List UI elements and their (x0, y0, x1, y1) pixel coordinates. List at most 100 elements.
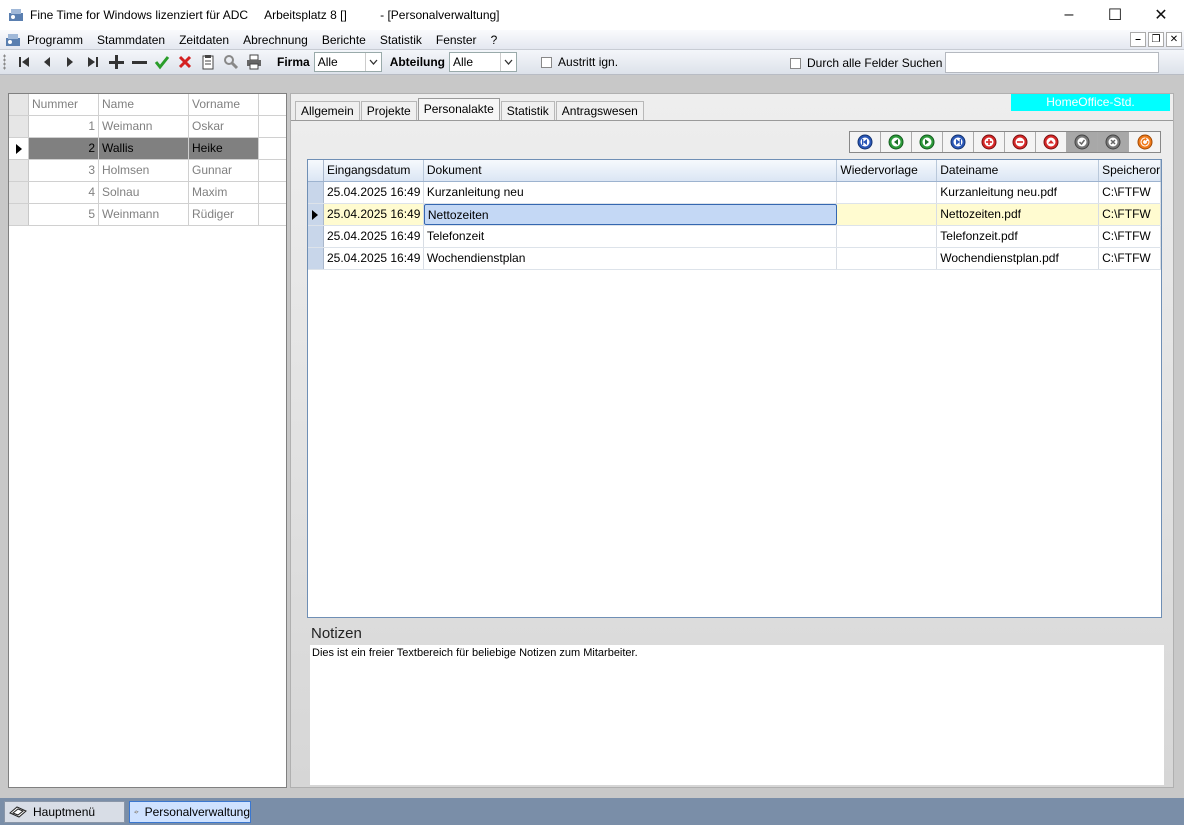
row-indicator[interactable] (9, 182, 29, 203)
menu-fenster[interactable]: Fenster (436, 33, 477, 47)
toolbar-grip[interactable] (3, 54, 6, 70)
austritt-checkbox[interactable] (541, 56, 553, 68)
employee-row-selected[interactable]: 2 Wallis Heike (9, 138, 286, 160)
austritt-checkbox-wrap[interactable]: Austritt ign. (541, 55, 618, 69)
employee-row[interactable]: 3 Holmsen Gunnar (9, 160, 286, 182)
row-indicator[interactable] (9, 160, 29, 181)
maximize-button[interactable]: ☐ (1092, 0, 1138, 30)
tab-antragswesen[interactable]: Antragswesen (555, 101, 644, 120)
document-grid[interactable]: Eingangsdatum Dokument Wiedervorlage Dat… (307, 159, 1162, 618)
employee-row[interactable]: 5 Weinmann Rüdiger (9, 204, 286, 226)
document-name-focused[interactable]: Nettozeiten (423, 204, 838, 225)
menu-zeitdaten[interactable]: Zeitdaten (179, 33, 229, 47)
search-input[interactable] (945, 52, 1159, 73)
employee-row[interactable]: 4 Solnau Maxim (9, 182, 286, 204)
employee-grid[interactable]: Nummer Name Vorname 1 Weimann Oskar 2 Wa… (8, 93, 287, 788)
document-dateiname[interactable]: Nettozeiten.pdf (937, 204, 1100, 225)
nav-post-button[interactable] (1067, 132, 1098, 152)
search-button[interactable] (219, 51, 242, 73)
mdi-window-icon[interactable] (5, 32, 21, 48)
search-all-checkbox[interactable] (790, 57, 801, 69)
document-wiedervorlage[interactable] (837, 226, 938, 247)
cancel-button[interactable] (173, 51, 196, 73)
tab-personalakte[interactable]: Personalakte (417, 98, 500, 120)
row-indicator[interactable] (308, 248, 324, 269)
document-datum[interactable]: 25.04.2025 16:49 (324, 248, 424, 269)
nav-next-button[interactable] (912, 132, 943, 152)
nav-prev-button[interactable] (881, 132, 912, 152)
employee-row[interactable]: 1 Weimann Oskar (9, 116, 286, 138)
column-header-speicherort[interactable]: Speicheror (1099, 160, 1162, 181)
next-record-button[interactable] (58, 51, 81, 73)
menu-help[interactable]: ? (491, 33, 498, 47)
mdi-restore-button[interactable]: ❐ (1148, 32, 1164, 47)
document-datum[interactable]: 25.04.2025 16:49 (324, 226, 424, 247)
nav-refresh-button[interactable] (1129, 132, 1160, 152)
tab-projekte[interactable]: Projekte (360, 101, 417, 120)
search-all-checkbox-wrap[interactable]: Durch alle Felder Suchen (790, 56, 942, 70)
document-dateiname[interactable]: Kurzanleitung neu.pdf (937, 182, 1100, 203)
nav-last-button[interactable] (943, 132, 974, 152)
document-row[interactable]: 25.04.2025 16:49 Kurzanleitung neu Kurza… (308, 182, 1162, 204)
document-row-selected[interactable]: 25.04.2025 16:49 Nettozeiten Nettozeiten… (308, 204, 1162, 226)
close-button[interactable]: ✕ (1138, 0, 1184, 30)
nav-delete-button[interactable] (1005, 132, 1036, 152)
column-header-eingangsdatum[interactable]: Eingangsdatum (324, 160, 424, 181)
add-record-button[interactable] (104, 51, 127, 73)
document-name[interactable]: Kurzanleitung neu (424, 182, 838, 203)
document-dateiname[interactable]: Telefonzeit.pdf (937, 226, 1100, 247)
nav-insert-button[interactable] (974, 132, 1005, 152)
document-wiedervorlage[interactable] (837, 248, 938, 269)
first-record-button[interactable] (12, 51, 35, 73)
column-header-dokument[interactable]: Dokument (424, 160, 838, 181)
document-speicherort[interactable]: C:\FTFW (1099, 204, 1162, 225)
document-speicherort[interactable]: C:\FTFW (1099, 182, 1162, 203)
last-record-button[interactable] (81, 51, 104, 73)
menu-abrechnung[interactable]: Abrechnung (243, 33, 308, 47)
confirm-button[interactable] (150, 51, 173, 73)
tab-allgemein[interactable]: Allgemein (295, 101, 360, 120)
delete-record-button[interactable] (127, 51, 150, 73)
document-row[interactable]: 25.04.2025 16:49 Telefonzeit Telefonzeit… (308, 226, 1162, 248)
minimize-button[interactable]: – (1046, 0, 1092, 30)
row-indicator[interactable] (9, 116, 29, 137)
chevron-down-icon[interactable] (364, 53, 381, 71)
chevron-down-icon[interactable] (500, 53, 516, 71)
print-button[interactable] (242, 51, 265, 73)
notes-textarea[interactable]: Dies ist ein freier Textbereich für beli… (310, 645, 1164, 785)
document-dateiname[interactable]: Wochendienstplan.pdf (937, 248, 1100, 269)
mdi-close-button[interactable]: ✕ (1166, 32, 1182, 47)
nav-cancel-button[interactable] (1098, 132, 1129, 152)
document-wiedervorlage[interactable] (837, 182, 938, 203)
tab-statistik[interactable]: Statistik (500, 101, 555, 120)
document-row[interactable]: 25.04.2025 16:49 Wochendienstplan Wochen… (308, 248, 1162, 270)
document-wiedervorlage[interactable] (837, 204, 938, 225)
mdi-minimize-button[interactable]: – (1130, 32, 1146, 47)
document-name[interactable]: Telefonzeit (424, 226, 838, 247)
document-speicherort[interactable]: C:\FTFW (1099, 248, 1162, 269)
column-header-dateiname[interactable]: Dateiname (937, 160, 1100, 181)
row-indicator[interactable] (308, 182, 324, 203)
row-indicator[interactable] (9, 204, 29, 225)
abteilung-select[interactable]: Alle (449, 52, 518, 72)
menu-programm[interactable]: Programm (27, 33, 83, 47)
menu-statistik[interactable]: Statistik (380, 33, 422, 47)
document-datum[interactable]: 25.04.2025 16:49 (324, 182, 424, 203)
nav-first-button[interactable] (850, 132, 881, 152)
row-indicator[interactable] (308, 204, 324, 225)
document-datum[interactable]: 25.04.2025 16:49 (323, 204, 424, 225)
menu-berichte[interactable]: Berichte (322, 33, 366, 47)
row-indicator[interactable] (308, 226, 324, 247)
document-name[interactable]: Wochendienstplan (424, 248, 838, 269)
document-speicherort[interactable]: C:\FTFW (1099, 226, 1162, 247)
copy-button[interactable] (196, 51, 219, 73)
menu-stammdaten[interactable]: Stammdaten (97, 33, 165, 47)
taskbar-personalverwaltung[interactable]: Personalverwaltung (129, 800, 251, 823)
taskbar-hauptmenue[interactable]: Hauptmenü (4, 800, 125, 823)
firma-select[interactable]: Alle (313, 52, 382, 72)
nav-edit-button[interactable] (1036, 132, 1067, 152)
column-header-wiedervorlage[interactable]: Wiedervorlage (837, 160, 938, 181)
row-indicator[interactable] (9, 138, 29, 159)
column-header-vorname[interactable]: Vorname (189, 94, 259, 115)
column-header-name[interactable]: Name (99, 94, 189, 115)
